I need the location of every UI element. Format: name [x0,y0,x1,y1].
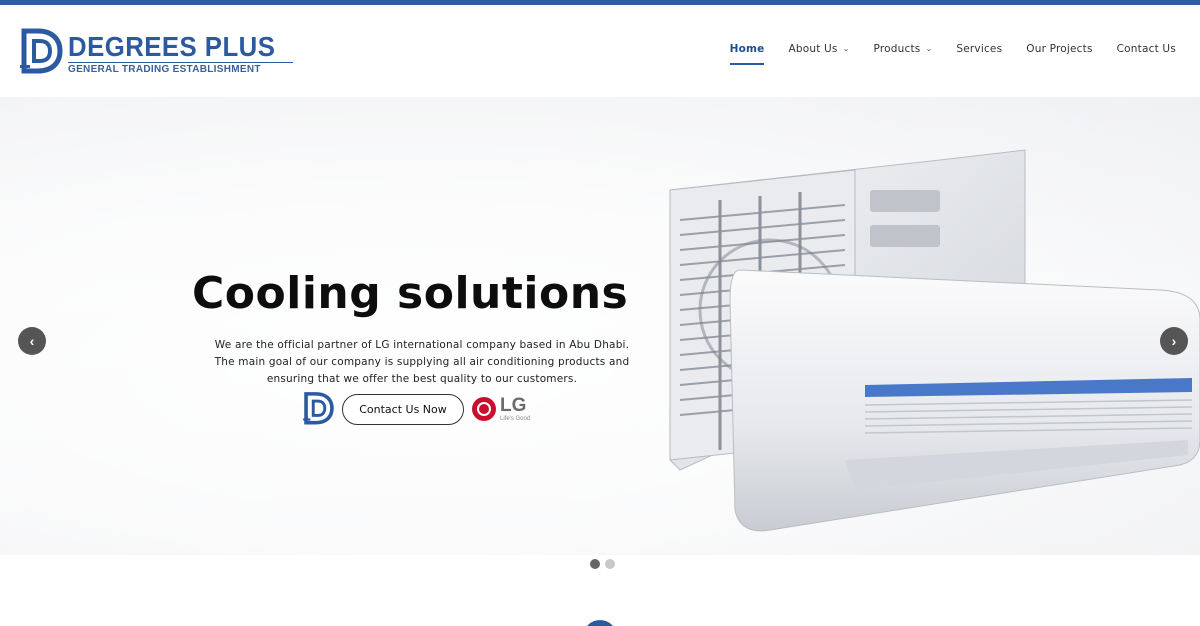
nav-products[interactable]: Products ⌄ [862,43,945,71]
hero-title: Cooling solutions [192,268,629,319]
nav-our-projects[interactable]: Our Projects [1014,43,1104,71]
nav-about-us[interactable]: About Us ⌄ [776,43,861,71]
nav-about-us-label: About Us [788,43,838,55]
lg-name: LG [500,395,527,416]
nav-home-label: Home [729,43,765,55]
brand-logo[interactable]: DEGREES PLUS GENERAL TRADING ESTABLISHME… [20,27,294,81]
chevron-down-icon: ⌄ [925,44,933,53]
air-conditioner-image [640,110,1200,570]
brand-subtitle: GENERAL TRADING ESTABLISHMENT [68,62,294,75]
chevron-down-icon: ⌄ [842,44,850,53]
main-nav: Home About Us ⌄ Products ⌄ Services Our Pr… [718,43,1188,71]
hero-cta-row: Contact Us Now LG Life's Good [302,391,530,427]
contact-us-now-button[interactable]: Contact Us Now [342,393,464,425]
hero-description: We are the official partner of LG intern… [214,339,630,385]
slider-next-button[interactable]: › [1160,327,1188,355]
brand-name: DEGREES PLUS [68,31,276,62]
lg-tagline: Life's Good [500,416,531,422]
chevron-left-icon: ‹ [29,333,35,349]
nav-products-label: Products [873,43,921,55]
brand-mark-icon [302,391,336,427]
slider-dot-2[interactable] [605,559,615,569]
site-header: DEGREES PLUS GENERAL TRADING ESTABLISHME… [0,5,1200,97]
nav-services-label: Services [956,43,1003,55]
slider-prev-button[interactable]: ‹ [18,327,46,355]
logo-mark-icon [20,27,64,75]
slider-dot-1[interactable] [590,559,600,569]
nav-contact-us[interactable]: Contact Us [1105,43,1188,71]
nav-home[interactable]: Home [718,43,777,71]
slider-dots [590,559,615,569]
lg-logo: LG Life's Good [472,396,530,422]
nav-services[interactable]: Services [944,43,1014,71]
nav-contact-us-label: Contact Us [1116,43,1176,55]
lg-circle-icon [472,397,496,421]
nav-our-projects-label: Our Projects [1026,43,1093,55]
chevron-right-icon: › [1171,333,1177,349]
